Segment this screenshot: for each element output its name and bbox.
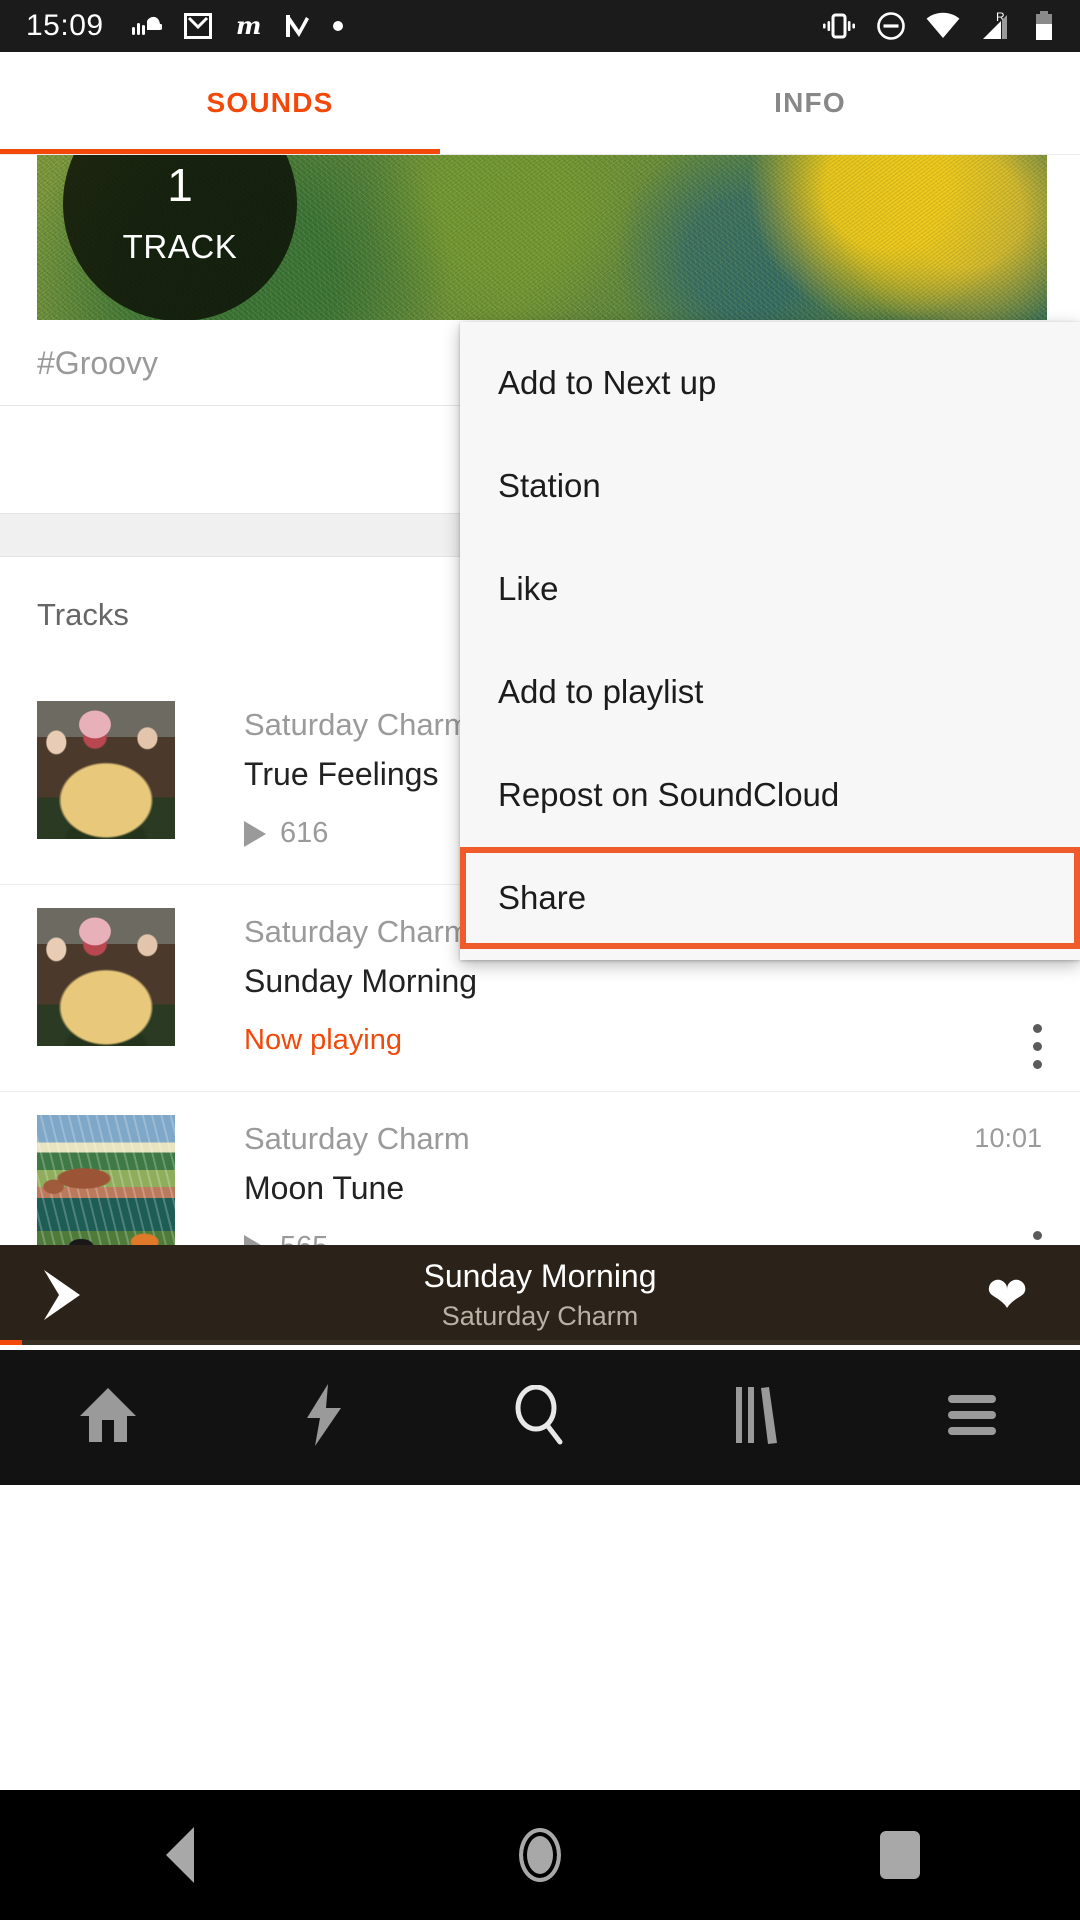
tracks-section-title: Tracks xyxy=(37,597,129,632)
track-artwork xyxy=(37,701,175,839)
track-play-count: 565 xyxy=(244,1231,470,1245)
system-navigation-bar xyxy=(0,1790,1080,1920)
track-artwork xyxy=(37,908,175,1046)
do-not-disturb-icon xyxy=(876,11,906,41)
now-playing-label: Now playing xyxy=(244,1024,402,1057)
play-icon xyxy=(244,1234,266,1245)
mini-player-progress-bar[interactable] xyxy=(0,1340,1080,1345)
track-artist: Saturday Charm xyxy=(244,707,470,742)
track-title: True Feelings xyxy=(244,755,439,792)
checkmark-app-icon xyxy=(284,12,310,40)
track-meta: Saturday Charm True Feelings 616 xyxy=(244,705,470,850)
track-title: Sunday Morning xyxy=(244,962,478,999)
track-play-count: 616 xyxy=(244,817,470,850)
tab-bar: SOUNDS INFO xyxy=(0,52,1080,154)
nav-item-search[interactable] xyxy=(432,1384,648,1450)
gmail-icon xyxy=(183,12,212,40)
search-icon xyxy=(511,1384,569,1450)
table-row[interactable]: Saturday Charm Moon Tune 565 10:01 xyxy=(0,1093,1080,1245)
back-icon xyxy=(166,1827,194,1883)
tab-info[interactable]: INFO xyxy=(540,52,1080,154)
track-overflow-menu-button[interactable] xyxy=(1032,1024,1042,1069)
track-duration: 10:01 xyxy=(974,1123,1042,1153)
roaming-signal-icon: R xyxy=(980,10,1014,42)
soundcloud-icon xyxy=(131,15,162,37)
status-bar-notification-icons: m xyxy=(131,12,344,40)
system-home-button[interactable] xyxy=(360,1828,720,1882)
tab-info-label: INFO xyxy=(774,87,846,118)
track-meta: Saturday Charm Moon Tune 565 xyxy=(244,1119,470,1245)
library-icon xyxy=(730,1385,782,1450)
mini-player-artist: Saturday Charm xyxy=(441,1301,639,1331)
recents-icon xyxy=(880,1831,920,1879)
status-bar-system-icons: R xyxy=(822,10,1054,42)
wifi-icon xyxy=(926,12,960,40)
menu-item-repost-on-soundcloud[interactable]: Repost on SoundCloud xyxy=(460,744,1080,846)
home-icon xyxy=(78,1386,138,1449)
track-title: Moon Tune xyxy=(244,1169,405,1206)
track-count-number: 1 xyxy=(167,159,193,211)
track-overflow-menu-button[interactable] xyxy=(1032,1231,1042,1245)
track-count-label: TRACK xyxy=(122,228,238,265)
playlist-hashtag[interactable]: #Groovy xyxy=(37,345,158,382)
nav-item-home[interactable] xyxy=(0,1386,216,1449)
battery-icon xyxy=(1034,11,1054,41)
heart-icon[interactable]: ❤ xyxy=(986,1270,1028,1320)
mini-player-title: Sunday Morning xyxy=(423,1258,657,1294)
context-menu[interactable]: Add to Next up Station Like Add to playl… xyxy=(460,322,1080,960)
m-app-icon: m xyxy=(234,12,262,40)
track-artwork xyxy=(37,1115,175,1245)
home-circle-icon xyxy=(519,1828,561,1882)
track-play-count-value: 616 xyxy=(280,817,329,850)
track-artist: Saturday Charm xyxy=(244,1121,470,1156)
nav-item-menu[interactable] xyxy=(864,1393,1080,1442)
track-meta: Saturday Charm Sunday Morning Now playin… xyxy=(244,912,477,1057)
menu-item-add-to-next-up[interactable]: Add to Next up xyxy=(460,332,1080,434)
status-bar-clock: 15:09 xyxy=(26,9,104,42)
mini-player-info: Sunday Morning Saturday Charm xyxy=(0,1245,1080,1345)
dot-icon xyxy=(332,20,344,32)
svg-text:m: m xyxy=(236,12,261,40)
track-artist: Saturday Charm xyxy=(244,914,470,949)
track-play-count-value: 565 xyxy=(280,1231,328,1245)
lightning-icon xyxy=(303,1384,345,1451)
play-icon xyxy=(244,820,266,847)
bottom-navigation xyxy=(0,1350,1080,1485)
system-back-button[interactable] xyxy=(0,1827,360,1883)
vibrate-icon xyxy=(822,12,856,40)
menu-icon xyxy=(946,1393,998,1442)
app-root: 15:09 m R SOUNDS INFO 1 TRACK #Groovy Tr… xyxy=(0,0,1080,1920)
tab-sounds-label: SOUNDS xyxy=(206,87,334,118)
menu-item-like[interactable]: Like xyxy=(460,538,1080,640)
tab-sounds[interactable]: SOUNDS xyxy=(0,52,540,154)
playlist-artwork[interactable]: 1 TRACK xyxy=(37,155,1047,320)
menu-item-add-to-playlist[interactable]: Add to playlist xyxy=(460,641,1080,743)
system-recents-button[interactable] xyxy=(720,1831,1080,1879)
mini-player[interactable]: Sunday Morning Saturday Charm ❤ xyxy=(0,1245,1080,1345)
status-bar: 15:09 m R xyxy=(0,0,1080,52)
nav-item-library[interactable] xyxy=(648,1385,864,1450)
menu-item-station[interactable]: Station xyxy=(460,435,1080,537)
menu-item-share[interactable]: Share xyxy=(460,847,1080,949)
nav-item-feed[interactable] xyxy=(216,1384,432,1451)
